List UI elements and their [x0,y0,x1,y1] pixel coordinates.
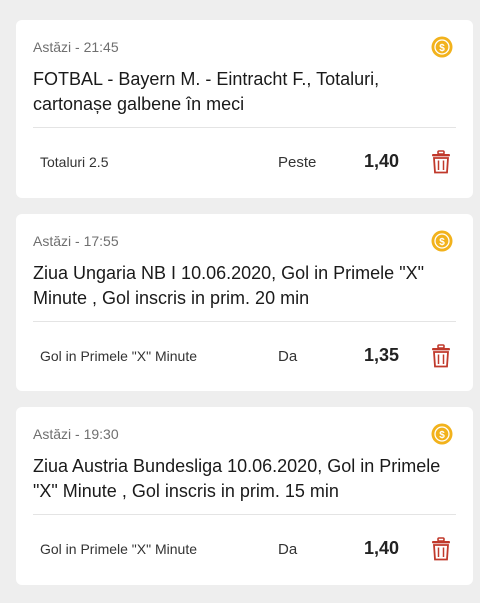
bet-selection: Da [278,541,298,558]
bet-card: Astăzi - 17:55 $ Ziua Ungaria NB I 10.06… [16,214,473,391]
dollar-coin-icon: $ [431,230,453,252]
bet-event-title: Ziua Ungaria NB I 10.06.2020, Gol in Pri… [33,263,424,308]
trash-icon[interactable] [431,537,451,561]
bet-selection: Da [278,348,298,365]
divider [33,127,456,128]
bet-time: Astăzi - 19:30 [33,426,119,442]
divider [33,514,456,515]
bet-event-title: Ziua Austria Bundesliga 10.06.2020, Gol … [33,456,441,501]
bet-odd: 1,40 [364,538,400,558]
svg-text:$: $ [439,430,445,441]
bet-card: Astăzi - 21:45 $ FOTBAL - Bayern M. - Ei… [16,20,473,198]
svg-text:$: $ [439,43,445,54]
bet-odd: 1,40 [364,151,400,171]
bet-selection: Peste [278,154,317,171]
bet-time: Astăzi - 17:55 [33,233,119,249]
trash-icon[interactable] [431,344,451,368]
bet-market: Totaluri 2.5 [40,154,109,170]
bet-market: Gol in Primele "X" Minute [40,348,197,364]
bet-time: Astăzi - 21:45 [33,39,119,55]
trash-icon[interactable] [431,150,451,174]
bet-odd: 1,35 [364,345,400,365]
bet-event-title: FOTBAL - Bayern M. - Eintracht F., Total… [33,69,380,114]
dollar-coin-icon: $ [431,423,453,445]
svg-text:$: $ [439,237,445,248]
bet-card: Astăzi - 19:30 $ Ziua Austria Bundesliga… [16,407,473,585]
dollar-coin-icon: $ [431,36,453,58]
bet-market: Gol in Primele "X" Minute [40,541,197,557]
divider [33,321,456,322]
